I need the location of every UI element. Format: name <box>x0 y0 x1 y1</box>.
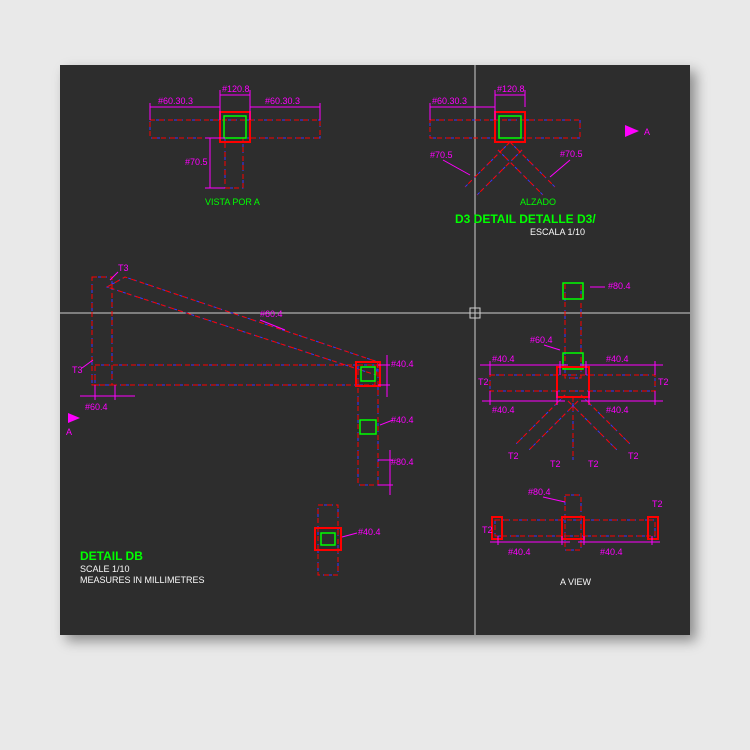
dim-label: #70.5 <box>430 150 453 160</box>
dim-label: #60.30.3 <box>158 96 193 106</box>
tag-label: T3 <box>72 365 83 375</box>
tag-label: T2 <box>482 525 493 535</box>
dim-label: #60.4 <box>85 402 108 412</box>
dim-label: #40.4 <box>606 354 629 364</box>
tag-label: T2 <box>658 377 669 387</box>
units-note: MEASURES IN MILLIMETRES <box>80 575 205 585</box>
detail-title: DETAIL DB <box>80 549 143 563</box>
detail-title: D3 DETAIL DETALLE D3/ <box>455 212 596 226</box>
detail-a-view: #80.4 #60.4 #40.4 #40.4 #40.4 #40.4 T2 T… <box>478 281 669 587</box>
dim-label: #40.4 <box>508 547 531 557</box>
tag-label: T3 <box>118 263 129 273</box>
view-label: A VIEW <box>560 577 592 587</box>
tag-label: T2 <box>478 377 489 387</box>
dim-label: #80.4 <box>391 457 414 467</box>
dim-label: #120.8 <box>222 84 250 94</box>
tag-label: T2 <box>508 451 519 461</box>
crosshair-cursor <box>60 65 690 635</box>
dim-label: #40.4 <box>606 405 629 415</box>
dim-label: #60.4 <box>260 309 283 319</box>
dim-label: #40.4 <box>391 415 414 425</box>
tag-label: T2 <box>652 499 663 509</box>
tag-label: T2 <box>588 459 599 469</box>
scale-label: ESCALA 1/10 <box>530 227 585 237</box>
tag-label: T2 <box>550 459 561 469</box>
dim-label: #40.4 <box>600 547 623 557</box>
view-title: VISTA POR A <box>205 197 260 207</box>
detail-d3: #60.30.3 #120.8 #70.5 #70.5 A ALZADO D3 … <box>430 84 650 237</box>
dim-label: #60.4 <box>530 335 553 345</box>
detail-vista-por-a: #60.30.3 #120.8 #60.30.3 #70.5 VISTA POR… <box>150 84 320 207</box>
dim-label: #80.4 <box>528 487 551 497</box>
detail-db: #60.4 #60.4 #40.4 #40.4 #80.4 #40.4 T3 T… <box>66 263 414 585</box>
view-subtitle: ALZADO <box>520 197 556 207</box>
dim-label: #40.4 <box>492 405 515 415</box>
marker-label: A <box>644 127 650 137</box>
dim-label: #70.5 <box>185 157 208 167</box>
dim-label: #80.4 <box>608 281 631 291</box>
dim-label: #40.4 <box>391 359 414 369</box>
tag-label: T2 <box>628 451 639 461</box>
marker-label: A <box>66 427 72 437</box>
dim-label: #60.30.3 <box>432 96 467 106</box>
cad-canvas[interactable]: #60.30.3 #120.8 #60.30.3 #70.5 VISTA POR… <box>60 65 690 635</box>
scale-label: SCALE 1/10 <box>80 564 130 574</box>
dim-label: #70.5 <box>560 149 583 159</box>
dim-label: #60.30.3 <box>265 96 300 106</box>
dim-label: #40.4 <box>358 527 381 537</box>
dim-label: #120.8 <box>497 84 525 94</box>
dim-label: #40.4 <box>492 354 515 364</box>
